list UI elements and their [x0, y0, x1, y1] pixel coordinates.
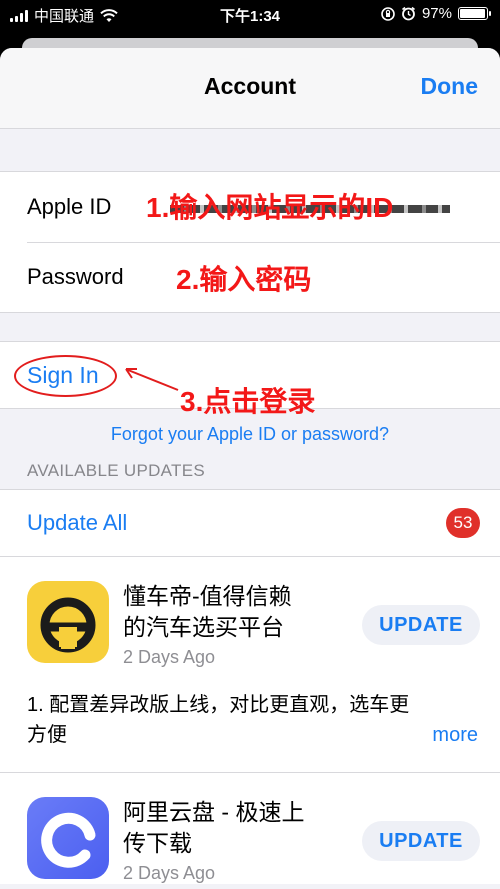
- section-header: AVAILABLE UPDATES: [27, 461, 205, 480]
- app-name-line2[interactable]: 的汽车选买平台: [123, 612, 362, 643]
- status-right: 97%: [381, 5, 491, 22]
- apple-id-annotation: 1.输入网站显示的ID: [146, 192, 394, 223]
- orientation-lock-icon: [381, 6, 395, 21]
- password-row: Password 2.输入密码: [0, 242, 500, 312]
- update-count-badge: 53: [446, 508, 480, 538]
- sign-in-row: Sign In 3.点击登录: [0, 342, 500, 417]
- list-item: 懂车帝-值得信赖 的汽车选买平台 2 Days Ago UPDATE 1. 配置…: [0, 556, 500, 772]
- forgot-password-link[interactable]: Forgot your Apple ID or password?: [0, 415, 500, 453]
- release-notes-line2-row: 方便 more: [27, 720, 478, 750]
- update-all-row: Update All 53: [0, 490, 500, 556]
- credentials-group: Apple ID 1.输入网站显示的ID Password 2.输入密码: [0, 171, 500, 313]
- dongchedi-steering-icon[interactable]: [27, 581, 109, 663]
- release-notes-line1: 1. 配置差异改版上线，对比更直观，选车更: [27, 694, 410, 716]
- aliyun-drive-icon[interactable]: [27, 797, 109, 879]
- app-name-line2[interactable]: 传下载: [123, 828, 362, 859]
- update-all-button[interactable]: Update All: [27, 510, 127, 536]
- annotation-arrow-icon: [125, 368, 179, 391]
- battery-percent: 97%: [421, 5, 452, 22]
- updates-list: Update All 53 懂车帝-值得信赖 的汽车选买平台 2 Days Ag: [0, 489, 500, 884]
- release-notes: 1. 配置差异改版上线，对比更直观，选车更 方便 more: [27, 690, 480, 750]
- app-update-date: 2 Days Ago: [123, 647, 216, 667]
- update-button[interactable]: UPDATE: [362, 605, 480, 645]
- alarm-icon: [401, 6, 415, 21]
- list-item: 阿里云盘 - 极速上 传下载 2 Days Ago UPDATE: [0, 772, 500, 884]
- update-button[interactable]: UPDATE: [362, 821, 480, 861]
- app-name[interactable]: 阿里云盘 - 极速上: [123, 797, 362, 828]
- sign-in-annotation: 3.点击登录: [180, 386, 316, 417]
- sign-in-group: Sign In 3.点击登录: [0, 341, 500, 417]
- apple-id-row: Apple ID 1.输入网站显示的ID: [0, 172, 500, 242]
- more-link[interactable]: more: [432, 720, 478, 750]
- done-button[interactable]: Done: [421, 73, 479, 100]
- navigation-bar: Account Done: [0, 48, 500, 129]
- password-annotation: 2.输入密码: [176, 264, 312, 295]
- release-notes-line2: 方便: [27, 724, 67, 746]
- app-update-date: 2 Days Ago: [123, 863, 216, 883]
- battery-fill: [460, 9, 486, 18]
- sign-in-button[interactable]: Sign In: [27, 362, 99, 389]
- battery-icon: [458, 7, 491, 20]
- app-name[interactable]: 懂车帝-值得信赖: [123, 581, 362, 612]
- status-bar: 中国联通 下午1:34 97%: [0, 0, 500, 30]
- account-sheet: Account Done Apple ID 1.输入网站显示的ID Passwo…: [0, 48, 500, 889]
- password-label: Password: [27, 264, 124, 289]
